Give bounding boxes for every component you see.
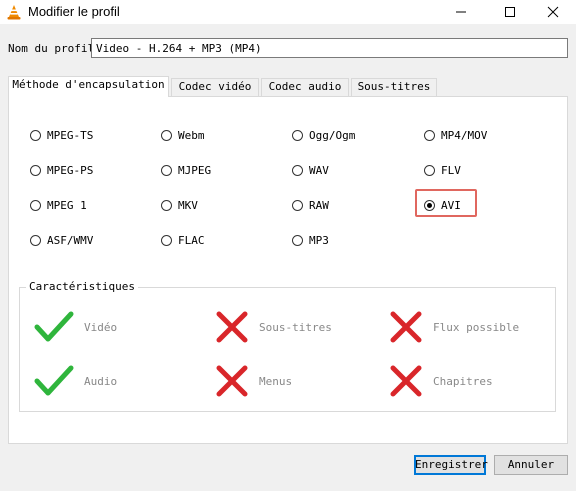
cancel-button[interactable]: Annuler bbox=[494, 455, 568, 475]
cross-icon bbox=[390, 365, 422, 397]
radio-circle bbox=[424, 165, 435, 176]
radio-circle bbox=[30, 130, 41, 141]
radio-circle bbox=[424, 130, 435, 141]
minimize-button[interactable] bbox=[438, 0, 484, 24]
check-icon bbox=[34, 311, 74, 342]
radio-circle bbox=[292, 235, 303, 246]
maximize-button[interactable] bbox=[487, 0, 533, 24]
features-group: Caractéristiques Vidéo Sous-titres Flux … bbox=[19, 280, 556, 412]
cross-icon bbox=[390, 311, 422, 343]
features-title: Caractéristiques bbox=[26, 280, 138, 293]
window-title: Modifier le profil bbox=[28, 4, 120, 19]
maximize-icon bbox=[505, 7, 515, 17]
profile-name-label: Nom du profil bbox=[8, 42, 95, 55]
close-button[interactable] bbox=[530, 0, 576, 24]
minimize-icon bbox=[456, 11, 466, 13]
radio-circle bbox=[161, 165, 172, 176]
radio-circle bbox=[161, 130, 172, 141]
cross-icon bbox=[216, 311, 248, 343]
radio-circle bbox=[161, 235, 172, 246]
radio-circle bbox=[292, 200, 303, 211]
cross-icon bbox=[216, 365, 248, 397]
radio-circle-checked bbox=[424, 200, 435, 211]
radio-circle bbox=[292, 165, 303, 176]
radio-circle bbox=[292, 130, 303, 141]
tab-video-codec[interactable]: Codec vidéo bbox=[171, 78, 259, 96]
radio-circle bbox=[30, 165, 41, 176]
tab-audio-codec[interactable]: Codec audio bbox=[261, 78, 349, 96]
profile-name-row: Nom du profil bbox=[8, 38, 568, 58]
profile-name-input[interactable] bbox=[91, 38, 568, 58]
close-icon bbox=[547, 6, 559, 18]
save-button[interactable]: Enregistrer bbox=[414, 455, 488, 475]
encapsulation-panel: MPEG-TS Webm Ogg/Ogm MP4/MOV MPEG-PS MJP… bbox=[8, 96, 568, 444]
radio-circle bbox=[30, 235, 41, 246]
tab-subtitles[interactable]: Sous-titres bbox=[351, 78, 437, 96]
radio-circle bbox=[30, 200, 41, 211]
radio-circle bbox=[161, 200, 172, 211]
vlc-cone-icon bbox=[7, 5, 21, 20]
check-icon bbox=[34, 365, 74, 396]
tab-encapsulation[interactable]: Méthode d'encapsulation bbox=[8, 76, 169, 97]
title-bar: Modifier le profil bbox=[0, 0, 576, 24]
